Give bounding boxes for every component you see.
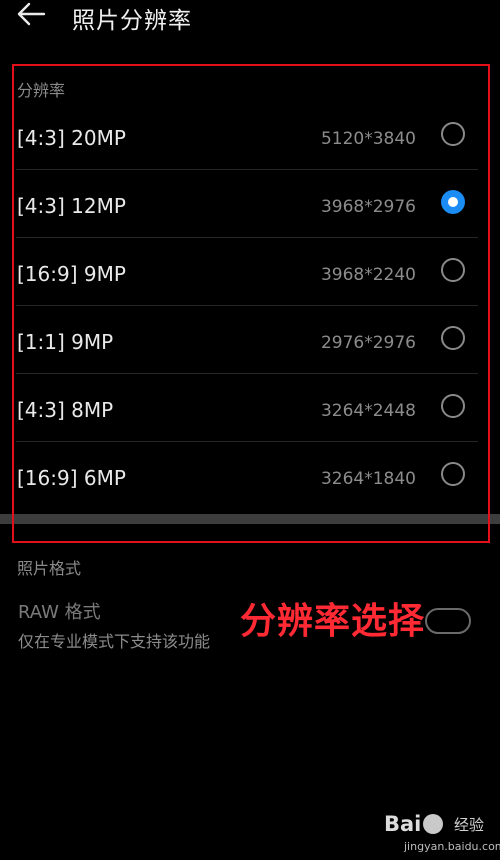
top-bar: 照片分辨率 xyxy=(0,0,500,34)
resolution-name: [16:9] 6MP xyxy=(17,466,126,490)
format-section-label: 照片格式 xyxy=(17,559,82,578)
resolution-option[interactable]: [16:9] 9MP 3968*2240 xyxy=(0,238,500,306)
resolution-dimensions: 2976*2976 xyxy=(320,333,416,353)
watermark-url: jingyan.baidu.com xyxy=(404,840,500,853)
section-divider xyxy=(0,514,500,524)
radio-button[interactable] xyxy=(441,462,465,486)
watermark-logo-suffix: 经验 xyxy=(454,816,485,834)
resolution-option[interactable]: [4:3] 8MP 3264*2448 xyxy=(0,374,500,442)
resolution-name: [4:3] 8MP xyxy=(17,398,114,422)
resolution-option[interactable]: [16:9] 6MP 3264*1840 xyxy=(0,442,500,510)
radio-button[interactable] xyxy=(441,326,465,350)
watermark-logo-text: Bai xyxy=(384,812,422,836)
resolution-name: [4:3] 12MP xyxy=(17,194,126,218)
radio-button[interactable] xyxy=(441,190,465,214)
paw-icon xyxy=(423,814,444,834)
back-arrow-icon[interactable] xyxy=(14,0,48,30)
watermark-logo: Bai xyxy=(384,812,445,836)
raw-format-subtitle: 仅在专业模式下支持该功能 xyxy=(18,632,211,651)
resolution-name: [1:1] 9MP xyxy=(17,330,114,354)
resolution-option[interactable]: [1:1] 9MP 2976*2976 xyxy=(0,306,500,374)
page-title: 照片分辨率 xyxy=(72,8,192,34)
annotation-label: 分辨率选择 xyxy=(240,601,426,642)
resolution-dimensions: 3264*2448 xyxy=(320,401,416,421)
resolution-name: [4:3] 20MP xyxy=(17,126,126,150)
radio-button[interactable] xyxy=(441,394,465,418)
radio-button[interactable] xyxy=(441,122,465,146)
watermark: Bai 经验 jingyan.baidu.com xyxy=(384,808,500,858)
resolution-dimensions: 3968*2976 xyxy=(320,197,416,217)
resolution-dimensions: 3264*1840 xyxy=(320,469,416,489)
resolution-section-label: 分辨率 xyxy=(17,81,66,100)
resolution-dimensions: 3968*2240 xyxy=(320,265,416,285)
resolution-dimensions: 5120*3840 xyxy=(320,129,416,149)
raw-format-title: RAW 格式 xyxy=(18,602,101,623)
resolution-list: [4:3] 20MP 5120*3840 [4:3] 12MP 3968*297… xyxy=(0,102,500,510)
resolution-option[interactable]: [4:3] 12MP 3968*2976 xyxy=(0,170,500,238)
resolution-name: [16:9] 9MP xyxy=(17,262,126,286)
resolution-option[interactable]: [4:3] 20MP 5120*3840 xyxy=(0,102,500,170)
radio-button[interactable] xyxy=(441,258,465,282)
raw-format-toggle[interactable] xyxy=(425,608,471,634)
